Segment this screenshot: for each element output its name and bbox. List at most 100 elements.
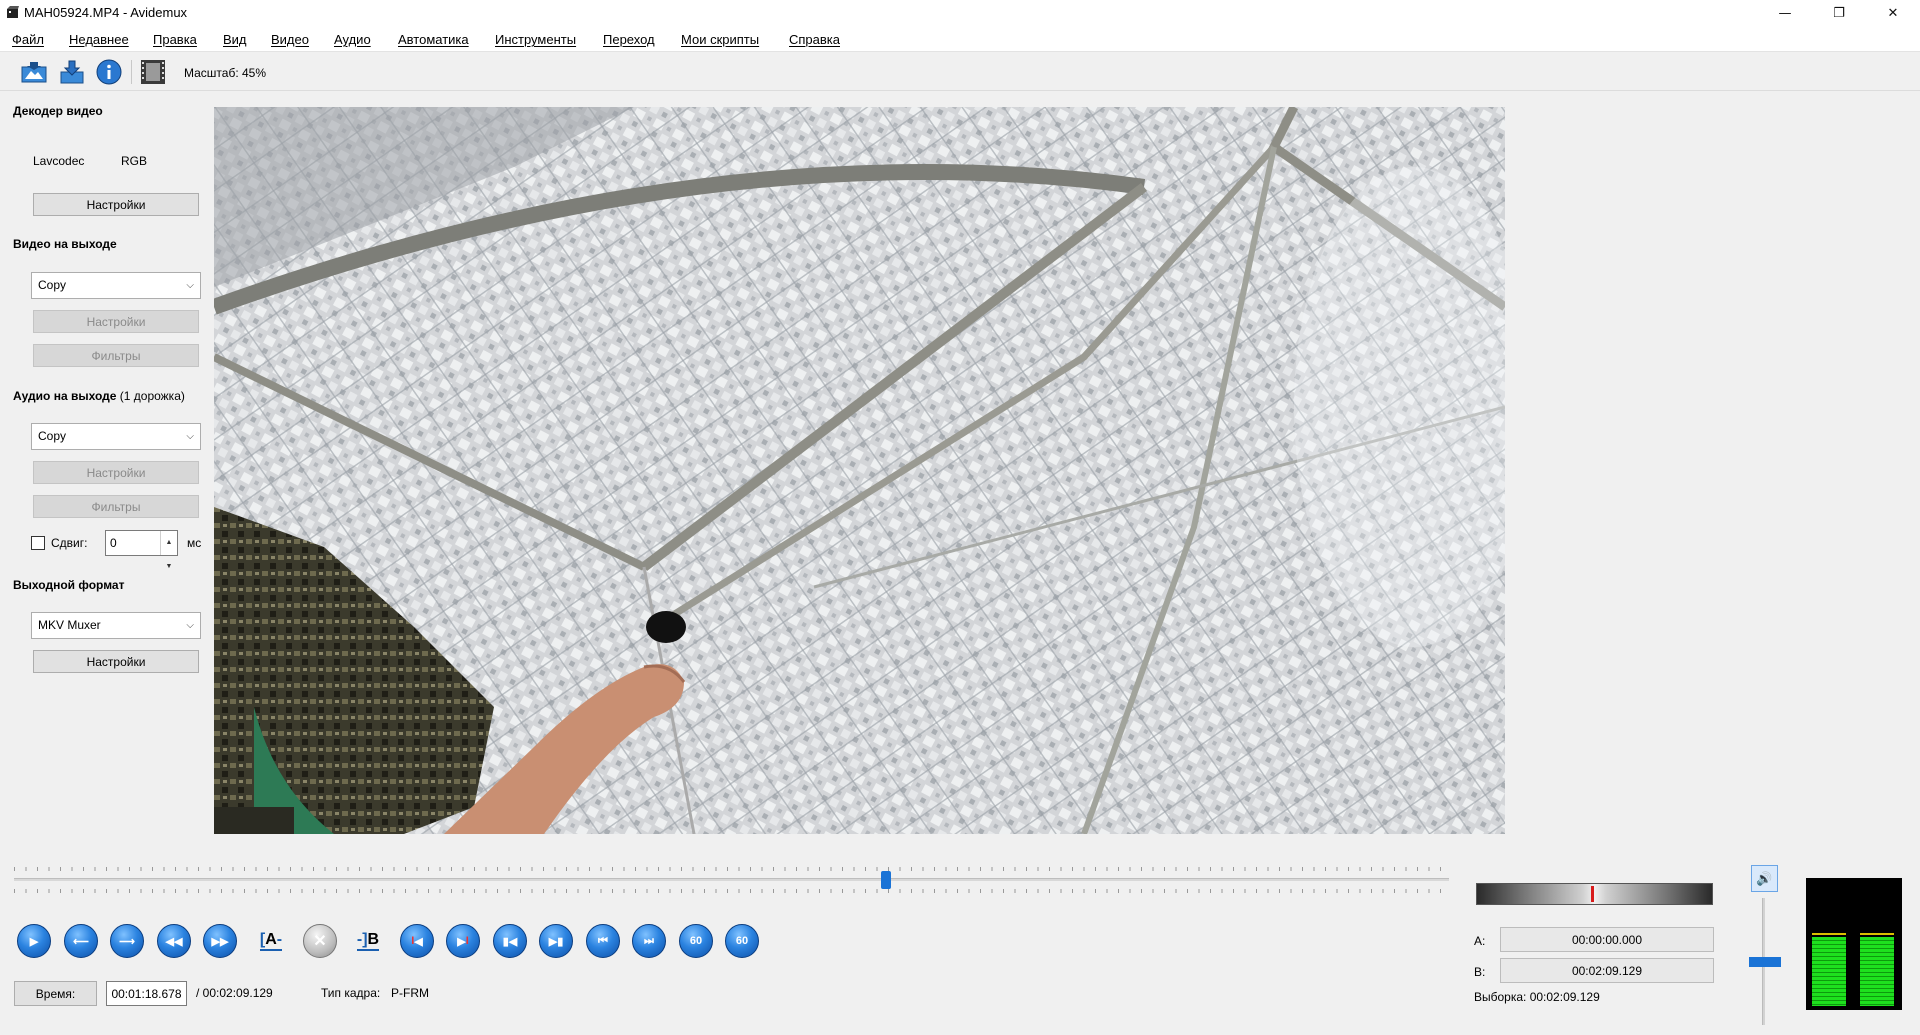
- jog-needle: [1591, 886, 1594, 902]
- marker-a-text: A: [265, 931, 277, 948]
- audio-filters-button[interactable]: Фильтры: [33, 495, 199, 518]
- audio-output-title-text: Аудио на выходе: [13, 389, 117, 403]
- audio-shift-label: Сдвиг:: [51, 536, 88, 550]
- minimize-icon: —: [1778, 5, 1792, 21]
- jog-shuttle-gauge[interactable]: [1476, 883, 1713, 905]
- decoder-colorspace: RGB: [121, 154, 148, 168]
- audio-track-count: (1 дорожка): [119, 389, 185, 403]
- menu-tools[interactable]: Инструменты: [495, 32, 576, 47]
- muxer-select[interactable]: MKV Muxer ⌵: [31, 612, 201, 639]
- menu-my-scripts[interactable]: Мои скрипты: [681, 32, 759, 47]
- video-output-title: Видео на выходе: [13, 237, 117, 251]
- chevron-down-icon: ⌵: [186, 431, 194, 442]
- audio-codec-select[interactable]: Copy ⌵: [31, 423, 201, 450]
- set-marker-b-button[interactable]: -] B: [349, 922, 387, 960]
- video-frame-image: [214, 107, 1505, 834]
- menu-video[interactable]: Видео: [271, 32, 309, 47]
- minimize-button[interactable]: —: [1762, 0, 1808, 26]
- previous-keyframe-button[interactable]: ▮◀: [491, 922, 529, 960]
- toolbar: Масштаб: 45%: [0, 53, 1920, 91]
- menu-recent[interactable]: Недавнее: [69, 32, 129, 47]
- go-to-marker-a-icon: I ◀: [400, 924, 434, 958]
- menu-go[interactable]: Переход: [603, 32, 655, 47]
- audio-shift-spinbox[interactable]: 0 ▲ ▼: [105, 530, 178, 570]
- timeline-slider[interactable]: [14, 865, 1449, 895]
- audio-shift-checkbox[interactable]: [31, 536, 45, 550]
- video-preview: [214, 107, 1505, 834]
- go-to-marker-b-button[interactable]: ▶ I: [444, 922, 482, 960]
- go-to-marker-a-button[interactable]: I ◀: [398, 922, 436, 960]
- fast-forward-icon: ▶▶: [203, 924, 237, 958]
- meter-right-peak: [1860, 933, 1894, 935]
- menu-audio[interactable]: Аудио: [334, 32, 371, 47]
- save-video-icon: [60, 60, 84, 84]
- title-bar: MAH05924.MP4 - Avidemux — ❐ ✕: [0, 0, 1920, 26]
- last-frame-button[interactable]: ⏭: [630, 922, 668, 960]
- mute-button[interactable]: 🔊: [1751, 865, 1778, 892]
- spin-up-icon[interactable]: ▲: [166, 531, 173, 555]
- video-codec-select[interactable]: Copy ⌵: [31, 272, 201, 299]
- video-settings-button[interactable]: Настройки: [33, 310, 199, 333]
- delete-selection-icon: ✕: [303, 924, 337, 958]
- marker-b-text: B: [367, 931, 380, 948]
- muxer-settings-button[interactable]: Настройки: [33, 650, 199, 673]
- delete-selection-button[interactable]: ✕: [301, 922, 339, 960]
- menu-auto[interactable]: Автоматика: [398, 32, 469, 47]
- restore-button[interactable]: ❐: [1816, 0, 1862, 26]
- go-to-first-frame-icon: ⏮: [586, 924, 620, 958]
- next-keyframe-icon: ▶▮: [539, 924, 573, 958]
- chevron-down-icon: ⌵: [186, 280, 194, 291]
- close-button[interactable]: ✕: [1870, 0, 1916, 26]
- current-time-field[interactable]: 00:01:18.678: [106, 981, 187, 1006]
- set-marker-a-icon: [A -: [259, 931, 283, 951]
- chevron-down-icon: ⌵: [186, 620, 194, 631]
- audio-shift-value: 0: [110, 536, 117, 550]
- set-marker-a-button[interactable]: [A -: [252, 922, 290, 960]
- rewind-button[interactable]: ◀◀: [155, 922, 193, 960]
- previous-frame-button[interactable]: ⟵: [62, 922, 100, 960]
- play-button[interactable]: ▶: [15, 922, 53, 960]
- toolbar-separator: [131, 60, 132, 84]
- properties-button[interactable]: [94, 58, 124, 86]
- back-60s-button[interactable]: 60: [677, 922, 715, 960]
- audio-output-title: Аудио на выходе (1 дорожка): [13, 389, 185, 403]
- properties-info-icon: [96, 59, 122, 85]
- meter-left-channel: [1812, 937, 1846, 1006]
- video-filters-button[interactable]: Фильтры: [33, 344, 199, 367]
- speaker-icon: 🔊: [1756, 870, 1773, 886]
- rewind-icon: ◀◀: [157, 924, 191, 958]
- menu-bar: Файл Недавнее Правка Вид Видео Аудио Авт…: [0, 26, 1920, 52]
- forward-60s-button[interactable]: 60: [723, 922, 761, 960]
- timeline-ticks-top: [14, 867, 1449, 871]
- menu-edit[interactable]: Правка: [153, 32, 197, 47]
- save-video-button[interactable]: [57, 58, 87, 86]
- audio-level-meter: [1806, 878, 1902, 1010]
- marker-a-time: 00:00:00.000: [1500, 927, 1714, 952]
- menu-file[interactable]: Файл: [12, 32, 44, 47]
- film-strip-button[interactable]: [138, 58, 168, 86]
- decoder-settings-button[interactable]: Настройки: [33, 193, 199, 216]
- timeline-handle[interactable]: [881, 871, 892, 889]
- avidemux-logo-icon: [7, 6, 19, 18]
- audio-codec-value: Copy: [38, 429, 67, 443]
- meter-left-peak: [1812, 933, 1846, 935]
- volume-handle[interactable]: [1749, 956, 1781, 967]
- menu-help[interactable]: Справка: [789, 32, 840, 47]
- set-marker-b-icon: -] B: [356, 931, 380, 951]
- audio-settings-button[interactable]: Настройки: [33, 461, 199, 484]
- spin-arrows[interactable]: ▲ ▼: [160, 531, 177, 570]
- previous-frame-icon: ⟵: [64, 924, 98, 958]
- next-keyframe-button[interactable]: ▶▮: [537, 922, 575, 960]
- marker-b-label: B:: [1474, 965, 1486, 979]
- timeline-track[interactable]: [14, 878, 1449, 881]
- fast-forward-button[interactable]: ▶▶: [201, 922, 239, 960]
- time-button[interactable]: Время:: [14, 981, 97, 1006]
- open-video-button[interactable]: [19, 58, 49, 86]
- frame-type-label: Тип кадра:: [321, 986, 381, 1000]
- spin-down-icon[interactable]: ▼: [166, 555, 173, 579]
- menu-view[interactable]: Вид: [223, 32, 247, 47]
- film-strip-icon: [141, 60, 165, 84]
- output-format-title: Выходной формат: [13, 578, 125, 592]
- first-frame-button[interactable]: ⏮: [584, 922, 622, 960]
- next-frame-button[interactable]: ⟶: [108, 922, 146, 960]
